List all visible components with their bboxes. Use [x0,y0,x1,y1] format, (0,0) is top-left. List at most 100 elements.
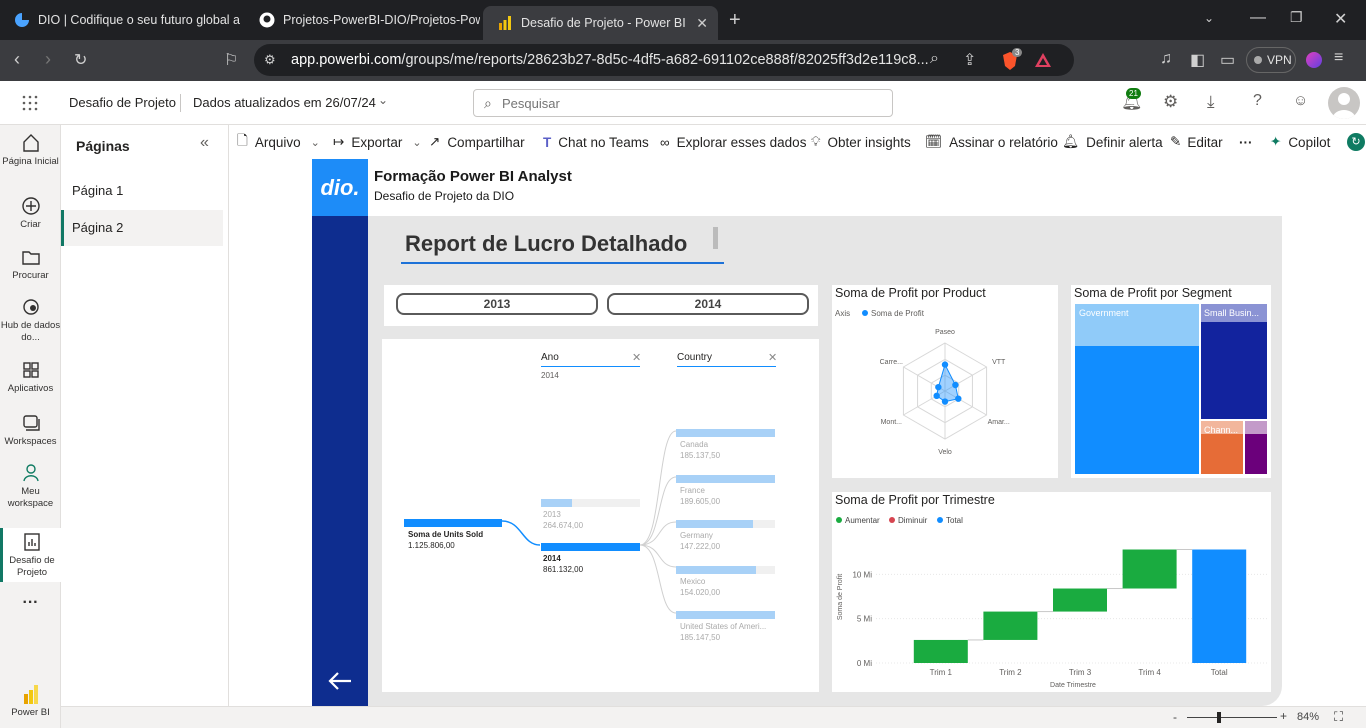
nav-workspaces[interactable]: Workspaces [0,412,61,448]
year-bar[interactable] [541,543,640,551]
browser-tab-github[interactable]: Projetos-PowerBI-DIO/Projetos-Pow [245,5,480,35]
year-button-2013[interactable]: 2013 [396,293,598,315]
zoom-out-icon[interactable]: - [1173,710,1177,724]
zoom-in-icon[interactable]: + [1280,709,1287,723]
editar-button[interactable]: ✎ Editar [1170,134,1223,150]
pages-panel: Páginas « Página 1 Página 2 [61,125,229,728]
settings-gear-icon[interactable]: ⚙ [1163,92,1178,112]
x-tick-label: Trim 4 [1138,668,1161,677]
radar-axis-label: Paseo [935,329,955,336]
close-window-icon[interactable]: ✕ [1334,9,1347,29]
chevron-down-icon[interactable]: ⌄ [1204,11,1214,25]
more-options-icon[interactable]: ··· [1239,135,1253,150]
forward-icon[interactable]: › [45,49,51,70]
legend-label: Soma de Profit [871,309,924,318]
close-tab-icon[interactable]: ✕ [696,15,708,32]
year-button-label: 2014 [694,297,722,311]
nav-data-hub[interactable]: Hub de dados do... [0,296,61,344]
nav-my-workspace[interactable]: Meu workspace [0,462,61,510]
report-header-subtitle: Desafio de Projeto da DIO [374,189,515,203]
menu-icon[interactable]: ≡ [1334,49,1343,67]
more-options-icon[interactable]: ··· [0,595,61,611]
data-updated-label[interactable]: Dados atualizados em 26/07/24 [193,95,376,110]
page-title: Report de Lucro Detalhado [405,231,688,256]
browser-tab-dio[interactable]: DIO | Codifique o seu futuro global a [0,5,240,35]
minimize-icon[interactable]: — [1250,9,1266,27]
wallet-icon[interactable]: ▭ [1220,50,1235,70]
brave-leo-icon[interactable] [1306,52,1322,68]
nav-browse[interactable]: Procurar [0,246,61,282]
radar-point [941,361,949,368]
country-node-label: Germany [680,531,713,540]
nav-desafio-de-projeto[interactable]: Desafio de Projeto [0,528,61,582]
exportar-menu[interactable]: ↦ Exportar ⌄ [333,134,422,150]
site-settings-icon[interactable]: ⚙ [264,44,276,76]
app-launcher-icon[interactable] [22,95,38,111]
page-item-active[interactable]: Página 2 [61,210,223,246]
report-page: dio. Formação Power BI Analyst Desafio d… [312,159,1282,706]
decomposition-tree: Ano ✕ 2014 Country ✕ Soma de Units Sold … [382,339,819,692]
media-icon[interactable]: ♫ [1160,50,1172,68]
waterfall-chart: Soma de Profit por Trimestre Aumentar Di… [832,492,1271,692]
collapse-panel-icon[interactable]: « [200,134,209,152]
bookmark-icon[interactable]: ⚐ [224,50,238,70]
search-box[interactable]: ⌕ [473,89,893,117]
report-name[interactable]: Desafio de Projeto [69,95,176,110]
nav-apps[interactable]: Aplicativos [0,359,61,395]
year-bar[interactable] [541,499,572,507]
country-bar[interactable] [676,565,756,574]
assinar-button[interactable]: 🗓︎ Assinar o relatório [925,134,1058,150]
new-tab-icon[interactable]: + [729,9,741,32]
url-host: app.powerbi.com [291,52,402,68]
treemap-cell-other[interactable] [1245,421,1267,474]
country-bar[interactable] [676,520,753,528]
insights-button[interactable]: 💡︎ Obter insights [811,134,911,150]
treemap-cell-small-business[interactable]: Small Busin... [1201,304,1267,419]
share-icon[interactable]: ⇪ [963,50,976,70]
zoom-search-icon[interactable]: ⌕ [930,50,939,68]
sidebar-icon[interactable]: ◧ [1190,50,1205,70]
alerta-button[interactable]: 🔔︎ Definir alerta [1062,134,1163,150]
browser-tab-powerbi[interactable]: Desafio de Projeto - Power BI ✕ [483,6,718,40]
country-bar[interactable] [676,429,775,437]
nav-create[interactable]: Criar [0,195,61,231]
copilot-button[interactable]: ✦ Copilot [1270,134,1330,150]
root-bar[interactable] [404,519,502,527]
arquivo-menu[interactable]: 🗋︎ Arquivo ⌄ [237,131,320,154]
nav-powerbi[interactable]: Power BI [0,683,61,719]
treemap-cell-channel[interactable]: Chann... [1201,421,1243,474]
compartilhar-button[interactable]: ↗ Compartilhar [429,134,525,150]
powerbi-logo-icon [23,685,38,704]
url-field[interactable]: ⚙ app.powerbi.com/groups/me/reports/2862… [254,44,1074,76]
search-input[interactable] [502,94,882,112]
page-item[interactable]: Página 1 [61,174,223,208]
visual-title: Soma de Profit por Segment [1074,286,1232,300]
reload-icon[interactable]: ↻ [74,50,87,70]
treemap-cell-government[interactable]: Government [1075,304,1199,474]
tab-title: Desafio de Projeto - Power BI [521,16,686,30]
nav-home[interactable]: Página Inicial [0,132,61,168]
feedback-icon[interactable]: ☺ [1293,92,1308,109]
fit-page-icon[interactable]: ⛶ [1334,709,1343,725]
report-header-title: Formação Power BI Analyst [374,168,572,185]
brave-rewards-icon[interactable] [1034,51,1052,69]
restore-icon[interactable]: ❐ [1290,9,1303,26]
zoom-slider[interactable] [1187,717,1277,718]
country-bar[interactable] [676,474,775,483]
year-button-2014[interactable]: 2014 [607,293,809,315]
refresh-icon[interactable]: ↻ [1347,133,1365,151]
avatar[interactable] [1328,87,1360,119]
back-arrow-icon[interactable] [327,671,353,691]
download-icon[interactable]: ⤓ [1207,92,1215,112]
zoom-slider-thumb[interactable] [1217,712,1221,723]
vpn-status-icon [1254,56,1262,64]
zoom-level: 84% [1297,711,1320,723]
explorar-button[interactable]: ∞ Explorar esses dados [660,135,806,150]
chat-teams-button[interactable]: T Chat no Teams [543,135,649,150]
vpn-button[interactable]: VPN [1246,47,1296,73]
country-bar[interactable] [676,611,775,619]
nav-label: Meu workspace [7,486,54,509]
help-icon[interactable]: ? [1253,92,1262,110]
chevron-down-icon[interactable]: ⌄ [378,93,388,107]
back-icon[interactable]: ‹ [14,49,20,70]
